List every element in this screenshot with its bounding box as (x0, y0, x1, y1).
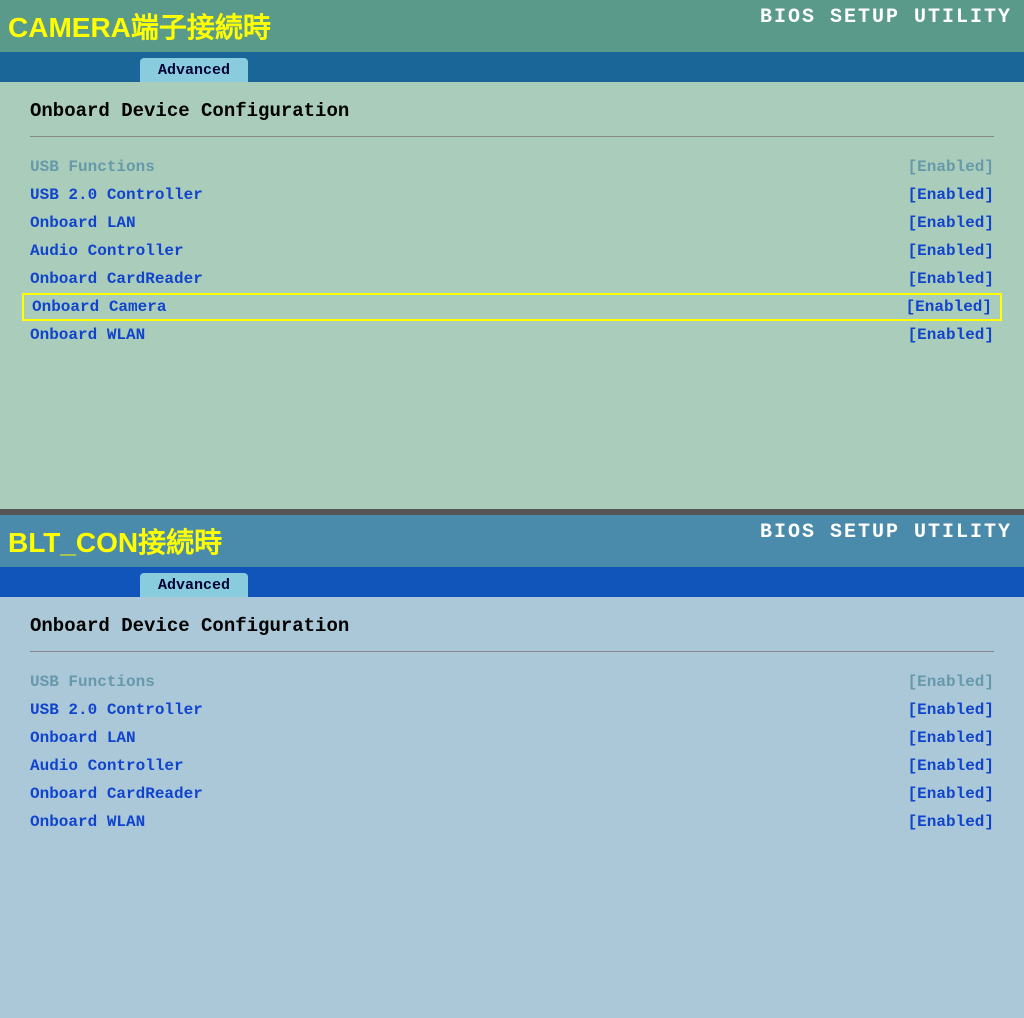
top-row-lan-name: Onboard LAN (30, 214, 136, 232)
bottom-row-wlan[interactable]: Onboard WLAN [Enabled] (30, 808, 994, 836)
top-row-camera-name: Onboard Camera (32, 298, 166, 316)
bottom-divider (30, 651, 994, 652)
top-row-camera-value: [Enabled] (906, 298, 992, 316)
bottom-row-usb2-value: [Enabled] (908, 701, 994, 719)
top-row-lan[interactable]: Onboard LAN [Enabled] (30, 209, 994, 237)
bottom-row-usb-functions[interactable]: USB Functions [Enabled] (30, 668, 994, 696)
top-row-wlan-name: Onboard WLAN (30, 326, 145, 344)
bottom-section-title: Onboard Device Configuration (30, 615, 994, 637)
bottom-row-cardreader[interactable]: Onboard CardReader [Enabled] (30, 780, 994, 808)
bottom-row-lan-value: [Enabled] (908, 729, 994, 747)
top-row-usb2[interactable]: USB 2.0 Controller [Enabled] (30, 181, 994, 209)
bottom-row-usb-functions-name: USB Functions (30, 673, 155, 691)
top-panel: CAMERA端子接続時 BIOS SETUP UTILITY Advanced … (0, 0, 1024, 509)
top-bios-content: Onboard Device Configuration USB Functio… (0, 82, 1024, 509)
bottom-row-lan[interactable]: Onboard LAN [Enabled] (30, 724, 994, 752)
top-row-wlan[interactable]: Onboard WLAN [Enabled] (30, 321, 994, 349)
main-container: CAMERA端子接続時 BIOS SETUP UTILITY Advanced … (0, 0, 1024, 1018)
bottom-row-cardreader-value: [Enabled] (908, 785, 994, 803)
top-row-usb2-value: [Enabled] (908, 186, 994, 204)
bottom-row-usb-functions-value: [Enabled] (908, 673, 994, 691)
bottom-annotation: BLT_CON接続時 (8, 521, 222, 561)
bottom-row-cardreader-name: Onboard CardReader (30, 785, 203, 803)
top-section-title: Onboard Device Configuration (30, 100, 994, 122)
bottom-row-audio-name: Audio Controller (30, 757, 184, 775)
top-row-audio-name: Audio Controller (30, 242, 184, 260)
top-row-camera[interactable]: Onboard Camera [Enabled] (22, 293, 1002, 321)
bottom-row-wlan-name: Onboard WLAN (30, 813, 145, 831)
bottom-bios-label: BIOS SETUP UTILITY (760, 521, 1012, 544)
top-tab-advanced[interactable]: Advanced (140, 58, 248, 82)
bottom-row-audio[interactable]: Audio Controller [Enabled] (30, 752, 994, 780)
bottom-bios-content: Onboard Device Configuration USB Functio… (0, 597, 1024, 1018)
top-row-usb-functions-name: USB Functions (30, 158, 155, 176)
top-bios-table: USB Functions [Enabled] USB 2.0 Controll… (30, 153, 994, 349)
bottom-bios-table: USB Functions [Enabled] USB 2.0 Controll… (30, 668, 994, 836)
bottom-row-usb2-name: USB 2.0 Controller (30, 701, 203, 719)
top-tab-bar: Advanced (0, 52, 1024, 82)
bottom-row-usb2[interactable]: USB 2.0 Controller [Enabled] (30, 696, 994, 724)
top-row-cardreader[interactable]: Onboard CardReader [Enabled] (30, 265, 994, 293)
top-row-usb-functions-value: [Enabled] (908, 158, 994, 176)
top-row-lan-value: [Enabled] (908, 214, 994, 232)
top-row-usb2-name: USB 2.0 Controller (30, 186, 203, 204)
bottom-panel: BLT_CON接続時 BIOS SETUP UTILITY Advanced O… (0, 515, 1024, 1018)
top-row-cardreader-value: [Enabled] (908, 270, 994, 288)
bottom-row-audio-value: [Enabled] (908, 757, 994, 775)
bottom-tab-advanced[interactable]: Advanced (140, 573, 248, 597)
top-row-wlan-value: [Enabled] (908, 326, 994, 344)
bottom-row-lan-name: Onboard LAN (30, 729, 136, 747)
bottom-row-wlan-value: [Enabled] (908, 813, 994, 831)
top-annotation: CAMERA端子接続時 (8, 6, 271, 46)
top-row-cardreader-name: Onboard CardReader (30, 270, 203, 288)
top-divider (30, 136, 994, 137)
bottom-tab-bar: Advanced (0, 567, 1024, 597)
top-bios-label: BIOS SETUP UTILITY (760, 6, 1012, 29)
top-row-audio-value: [Enabled] (908, 242, 994, 260)
top-row-audio[interactable]: Audio Controller [Enabled] (30, 237, 994, 265)
top-row-usb-functions[interactable]: USB Functions [Enabled] (30, 153, 994, 181)
